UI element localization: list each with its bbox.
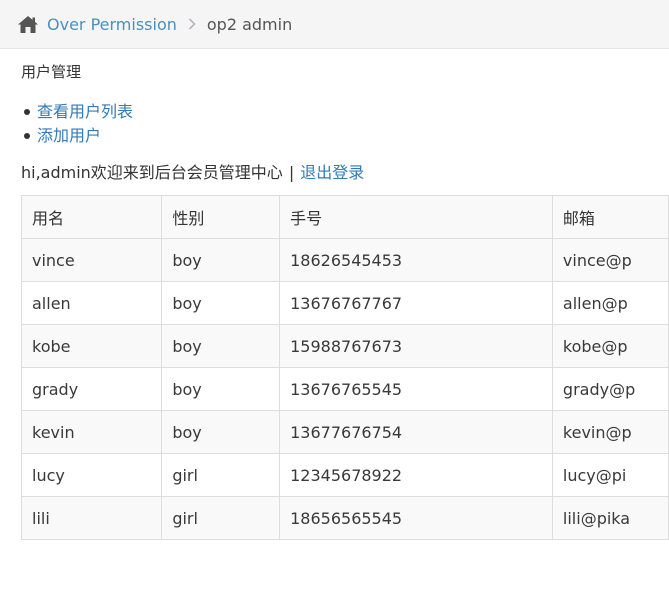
cell-phone: 18656565545 [279,496,553,540]
cell-phone: 13676765545 [279,367,553,411]
breadcrumb: Over Permission op2 admin [0,0,669,49]
main-content: 用户管理 查看用户列表 添加用户 hi,admin欢迎来到后台会员管理中心 | 退出… [20,49,669,540]
bullet-icon [24,109,30,115]
cell-sex: boy [161,367,281,411]
cell-sex: girl [161,453,281,497]
home-icon[interactable] [17,14,39,34]
welcome-separator: | [288,163,295,182]
cell-username: kevin [20,410,163,454]
table-header-row: 用名 性别 手号 邮箱 [20,195,669,239]
cell-sex: boy [161,324,281,368]
cell-phone: 18626545453 [279,238,553,282]
column-header-username: 用名 [20,195,163,239]
table-row: allen boy 13676767767 allen@p [20,281,669,325]
list-item: 查看用户列表 [24,100,669,124]
column-header-phone: 手号 [279,195,553,239]
view-user-list-link[interactable]: 查看用户列表 [37,102,133,121]
cell-sex: boy [161,281,281,325]
table-row: lili girl 18656565545 lili@pika [20,496,669,540]
logout-link[interactable]: 退出登录 [300,163,364,182]
table-row: vince boy 18626545453 vince@p [20,238,669,282]
table-row: grady boy 13676765545 grady@p [20,367,669,411]
table-row: lucy girl 12345678922 lucy@pi [20,453,669,497]
add-user-link[interactable]: 添加用户 [37,126,101,145]
cell-sex: girl [161,496,281,540]
column-header-sex: 性别 [161,195,281,239]
chevron-right-icon [188,18,196,30]
cell-email: allen@p [551,281,669,325]
cell-sex: boy [161,410,281,454]
cell-username: grady [20,367,163,411]
section-title: 用户管理 [21,63,82,81]
cell-email: kevin@p [551,410,669,454]
cell-phone: 13677676754 [279,410,553,454]
cell-username: kobe [20,324,163,368]
breadcrumb-current: op2 admin [206,14,293,34]
table-row: kobe boy 15988767673 kobe@p [20,324,669,368]
cell-username: vince [20,238,163,282]
user-menu: 查看用户列表 添加用户 [21,100,669,148]
user-table: 用名 性别 手号 邮箱 vince boy 18626545453 vince@… [20,195,669,540]
welcome-bar: hi,admin欢迎来到后台会员管理中心 | 退出登录 [21,161,669,185]
cell-phone: 13676767767 [279,281,553,325]
table-row: kevin boy 13677676754 kevin@p [20,410,669,454]
cell-username: lucy [20,453,163,497]
bullet-icon [24,133,30,139]
cell-phone: 12345678922 [279,453,553,497]
cell-username: allen [20,281,163,325]
column-header-email: 邮箱 [551,195,669,239]
cell-email: kobe@p [551,324,669,368]
breadcrumb-root-link[interactable]: Over Permission [47,15,177,34]
cell-email: lili@pika [551,496,669,540]
cell-email: grady@p [551,367,669,411]
cell-username: lili [20,496,163,540]
cell-sex: boy [161,238,281,282]
cell-phone: 15988767673 [279,324,553,368]
welcome-text: hi,admin欢迎来到后台会员管理中心 [21,163,283,182]
cell-email: lucy@pi [551,453,669,497]
list-item: 添加用户 [24,124,669,148]
cell-email: vince@p [551,238,669,282]
